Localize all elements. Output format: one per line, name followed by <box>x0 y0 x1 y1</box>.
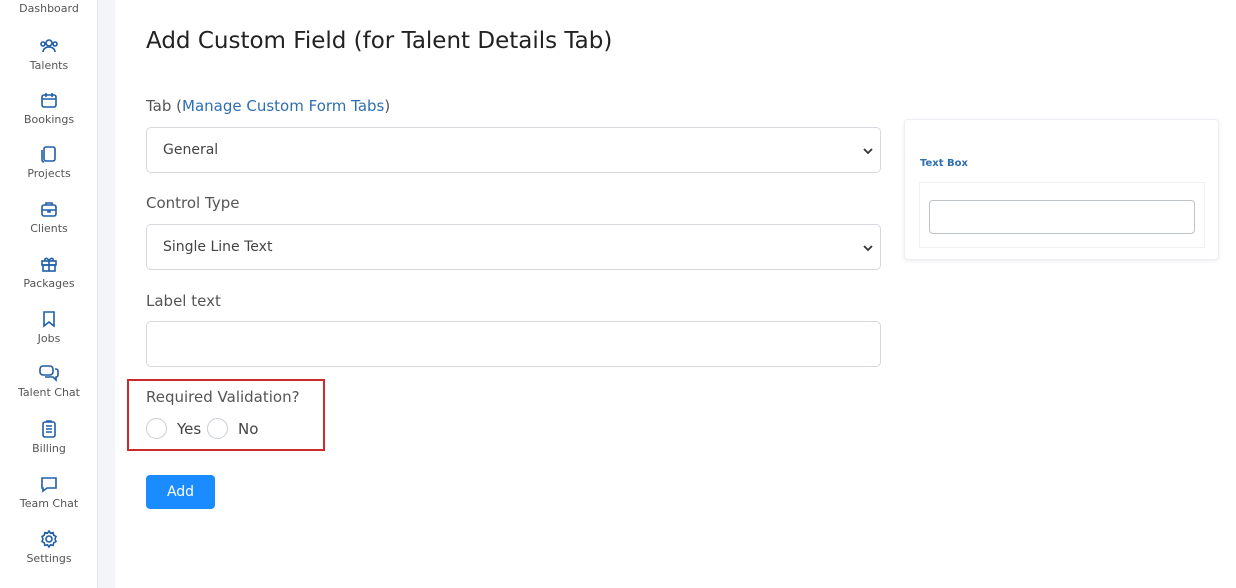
sidebar-item-clients[interactable]: Clients <box>0 199 98 235</box>
preview-field-container <box>919 182 1205 248</box>
gift-icon <box>41 257 57 272</box>
main-content: Add Custom Field (for Talent Details Tab… <box>115 0 1236 588</box>
sidebar-item-bookings[interactable]: Bookings <box>0 90 98 126</box>
sidebar-item-packages[interactable]: Packages <box>0 254 98 290</box>
page-title: Add Custom Field (for Talent Details Tab… <box>146 28 613 54</box>
sidebar-item-projects[interactable]: Projects <box>0 144 98 180</box>
sidebar-item-label: Team Chat <box>19 497 79 510</box>
sidebar-item-team-chat[interactable]: Team Chat <box>0 474 98 510</box>
chat-bubbles-icon <box>39 365 59 382</box>
users-icon <box>40 39 58 53</box>
no-radio-label[interactable]: No <box>238 420 258 438</box>
preview-title: Text Box <box>920 158 968 169</box>
sidebar-item-jobs[interactable]: Jobs <box>0 309 98 345</box>
sidebar-item-label: Clients <box>30 222 68 235</box>
gear-icon <box>40 529 58 549</box>
copy-icon <box>41 146 56 163</box>
bookmark-icon <box>43 311 55 328</box>
tab-select[interactable]: General <box>146 127 881 173</box>
sidebar-item-label: Dashboard <box>19 2 79 15</box>
sidebar-item-label: Settings <box>26 552 72 565</box>
sidebar-item-label: Jobs <box>37 332 61 345</box>
tab-select-value: General <box>163 142 219 158</box>
content-gutter <box>98 0 115 588</box>
sidebar-item-label: Talents <box>29 59 69 72</box>
required-validation-label: Required Validation? <box>146 388 300 406</box>
add-button[interactable]: Add <box>146 475 215 509</box>
message-square-icon <box>41 477 57 493</box>
control-type-label: Control Type <box>146 194 240 212</box>
sidebar-item-settings[interactable]: Settings <box>0 529 98 565</box>
sidebar-item-label: Projects <box>27 167 71 180</box>
manage-custom-form-tabs-link[interactable]: Manage Custom Form Tabs <box>182 97 384 115</box>
tab-label-close: ) <box>384 97 391 115</box>
field-preview-card: Text Box <box>904 119 1219 260</box>
chevron-down-icon <box>863 148 873 155</box>
sidebar-item-talent-chat[interactable]: Talent Chat <box>0 363 98 399</box>
sidebar-item-billing[interactable]: Billing <box>0 419 98 455</box>
sidebar-item-label: Packages <box>23 277 75 290</box>
sidebar: Dashboard Talents Bookings Projects Clie… <box>0 0 98 588</box>
control-type-select[interactable]: Single Line Text <box>146 224 881 270</box>
preview-text-input[interactable] <box>929 200 1195 234</box>
label-text-label: Label text <box>146 292 221 310</box>
sidebar-item-dashboard[interactable]: Dashboard <box>0 2 98 15</box>
label-text-input[interactable] <box>146 321 881 367</box>
briefcase-icon <box>41 202 57 217</box>
chevron-down-icon <box>863 245 873 252</box>
clipboard-icon <box>42 420 56 438</box>
sidebar-item-label: Bookings <box>23 113 75 126</box>
yes-radio-label[interactable]: Yes <box>177 420 201 438</box>
tab-label-text: Tab ( <box>146 97 183 115</box>
sidebar-item-label: Billing <box>32 442 66 455</box>
sidebar-item-label: Talent Chat <box>18 386 80 399</box>
yes-radio[interactable] <box>146 418 167 439</box>
no-radio[interactable] <box>207 418 228 439</box>
calendar-icon <box>41 93 57 108</box>
tab-field-label: Tab (Manage Custom Form Tabs) <box>146 97 390 115</box>
sidebar-item-talents[interactable]: Talents <box>0 36 98 72</box>
control-type-select-value: Single Line Text <box>163 239 273 255</box>
